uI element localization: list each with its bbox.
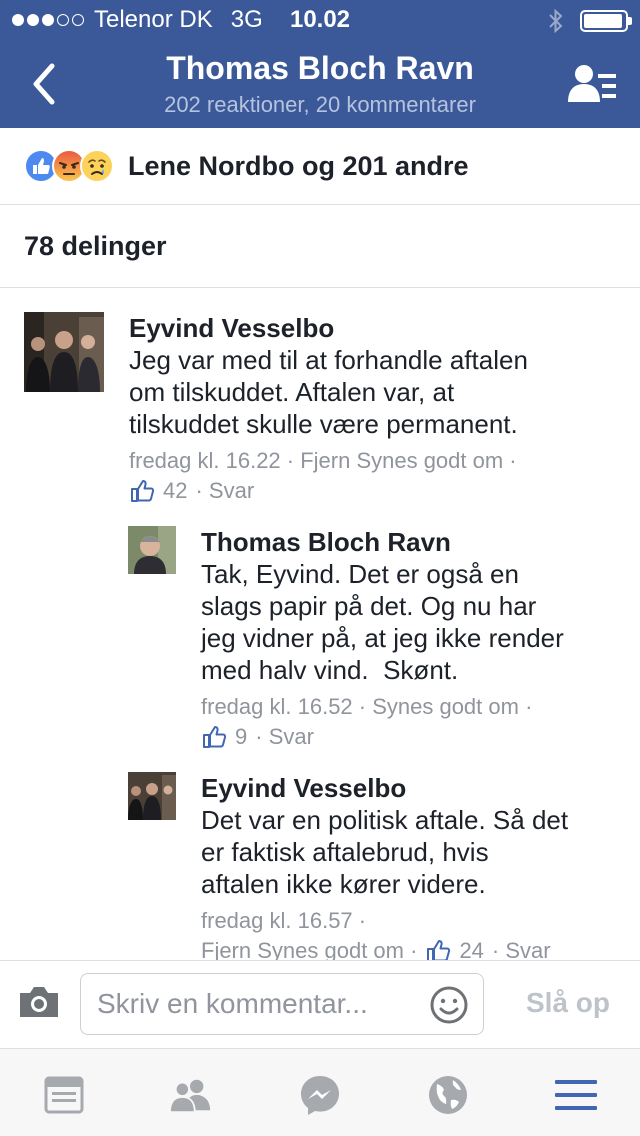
comment-text: Tak, Eyvind. Det er også en slags papir …: [201, 559, 564, 685]
comment-reply: Thomas Bloch Ravn Tak, Eyvind. Det er og…: [128, 526, 624, 766]
messenger-icon: [301, 1076, 339, 1115]
back-button[interactable]: [26, 62, 66, 106]
reply-link[interactable]: · Svar: [492, 936, 551, 960]
clock: 10.02: [289, 6, 351, 33]
thumbs-up-icon: [427, 940, 451, 960]
camera-icon: [20, 987, 58, 1017]
tab-bar: [0, 1048, 640, 1136]
comment-composer: Slå op: [0, 960, 640, 1048]
comment-author[interactable]: Eyvind Vesselbo: [201, 772, 624, 804]
bluetooth-icon: [549, 8, 563, 34]
comment-input-wrapper: [80, 973, 484, 1035]
thumbs-up-icon: [203, 726, 227, 748]
avatar[interactable]: [24, 312, 104, 392]
comment-meta: fredag kl. 16.52 · Synes godt om · 9 · S…: [201, 692, 624, 758]
sad-icon: [80, 149, 114, 183]
tab-news-feed[interactable]: [42, 1073, 86, 1117]
friend-list-icon: [568, 65, 616, 102]
emoji-button[interactable]: [429, 985, 469, 1030]
comment-timestamp: fredag kl. 16.57 ·: [201, 908, 367, 933]
tab-menu[interactable]: [554, 1073, 598, 1117]
reply-link[interactable]: · Svar: [255, 722, 314, 752]
comment-actions[interactable]: fredag kl. 16.22 · Fjern Synes godt om ·: [129, 448, 517, 473]
news-feed-icon: [44, 1076, 84, 1114]
comment-actions[interactable]: Fjern Synes godt om ·: [201, 936, 417, 960]
reply-link[interactable]: · Svar: [195, 476, 254, 506]
globe-icon: [429, 1076, 467, 1114]
like-count[interactable]: 24: [459, 936, 483, 960]
friend-list-button[interactable]: [568, 62, 618, 106]
battery-icon: [580, 10, 632, 32]
reactions-label: Lene Nordbo og 201 andre: [128, 150, 469, 181]
comment-meta: fredag kl. 16.22 · Fjern Synes godt om ·…: [129, 446, 624, 512]
camera-button[interactable]: [18, 985, 60, 1024]
page-subtitle: 202 reaktioner, 20 kommentarer: [164, 92, 476, 117]
status-bar: Telenor DK 3G 10.02: [0, 0, 640, 40]
comment-input[interactable]: [97, 974, 417, 1034]
like-count[interactable]: 42: [163, 476, 187, 506]
like-count[interactable]: 9: [235, 722, 247, 752]
tab-messenger[interactable]: [298, 1073, 342, 1117]
comment-meta: fredag kl. 16.57 · Fjern Synes godt om ·…: [201, 906, 624, 960]
tab-friends[interactable]: [168, 1073, 212, 1117]
page-title: Thomas Bloch Ravn: [166, 50, 474, 86]
chevron-left-icon: [33, 63, 55, 105]
post-button[interactable]: Slå op: [526, 987, 610, 1019]
comment-text: Det var en politisk aftale. Så det er fa…: [201, 805, 569, 899]
comment-actions[interactable]: fredag kl. 16.52 · Synes godt om ·: [201, 694, 532, 719]
comments-list: Eyvind Vesselbo Jeg var med til at forha…: [0, 288, 640, 960]
comment: Eyvind Vesselbo Jeg var med til at forha…: [24, 312, 624, 512]
avatar[interactable]: [128, 526, 176, 574]
top-navigation-bar: Telenor DK 3G 10.02 Thomas Bloch Ravn 20…: [0, 0, 640, 128]
comment-reply: Eyvind Vesselbo Det var en politisk afta…: [128, 772, 624, 960]
avatar[interactable]: [128, 772, 176, 820]
thumbs-up-icon: [131, 480, 155, 502]
comment-author[interactable]: Eyvind Vesselbo: [129, 312, 624, 344]
friends-icon: [168, 1079, 211, 1113]
reactions-summary[interactable]: Lene Nordbo og 201 andre: [0, 128, 640, 205]
shares-count[interactable]: 78 delinger: [0, 205, 640, 288]
tab-notifications[interactable]: [426, 1073, 470, 1117]
comment-text: Jeg var med til at forhandle aftalen om …: [129, 345, 528, 439]
smiley-icon: [430, 986, 468, 1024]
menu-icon: [555, 1080, 597, 1110]
comment-author[interactable]: Thomas Bloch Ravn: [201, 526, 624, 558]
